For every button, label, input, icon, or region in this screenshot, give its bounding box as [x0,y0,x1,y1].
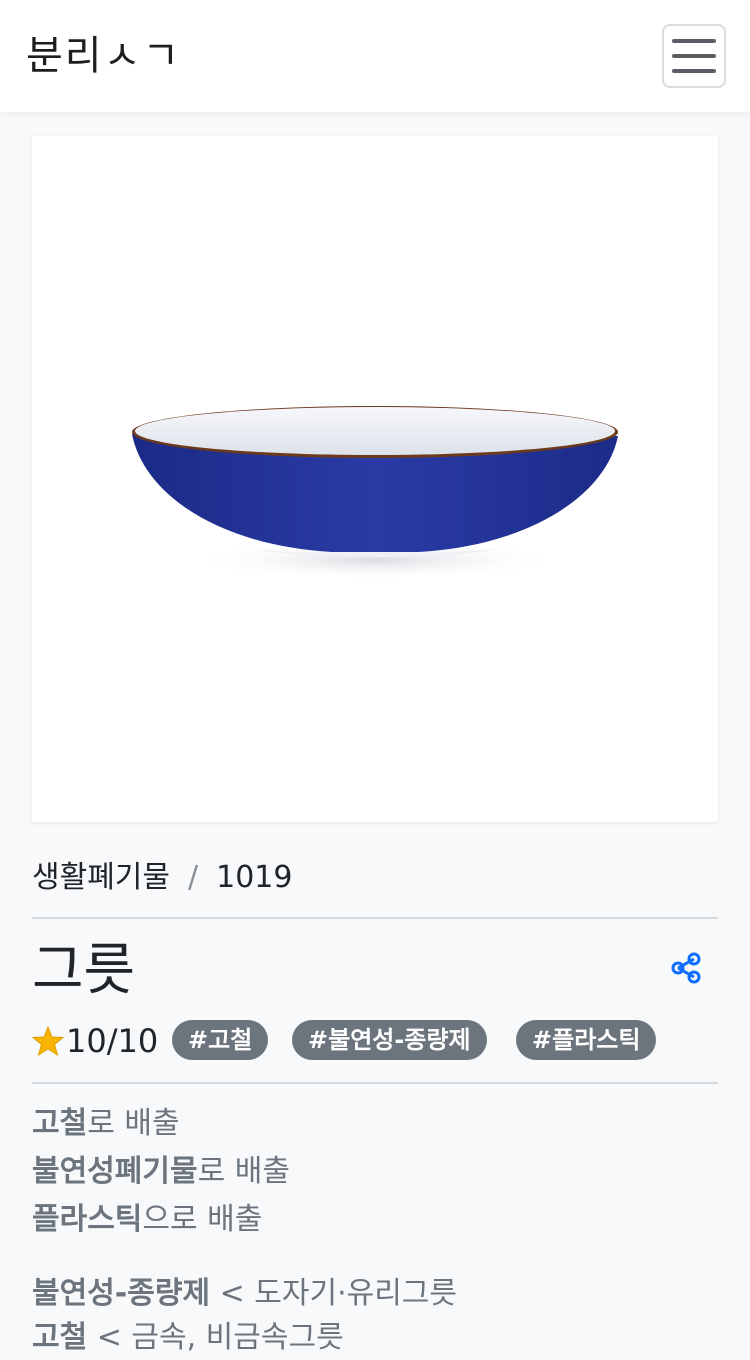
tag-badge[interactable]: #불연성-종량제 [292,1020,487,1060]
disposal-instructions: 고철로 배출 불연성폐기물로 배출 플라스틱으로 배출 [32,1100,290,1244]
hamburger-line [672,54,716,58]
disposal-method: 고철 [32,1106,88,1141]
disposal-line: 플라스틱으로 배출 [32,1196,290,1244]
star-icon [32,1026,64,1056]
tag-badge[interactable]: #고철 [172,1020,269,1060]
breadcrumb: 생활폐기물 / 1019 [32,856,292,900]
share-icon[interactable] [670,950,702,986]
related-category[interactable]: 고철 [32,1320,87,1355]
related-line: 불연성-종량제 < 도자기·유리그릇 [32,1272,457,1316]
disposal-line: 고철로 배출 [32,1100,290,1148]
related-path: < 금속, 비금속그릇 [87,1320,344,1355]
breadcrumb-separator: / [188,860,199,895]
disposal-method: 불연성폐기물 [32,1154,198,1189]
navbar: 분리ㅅㄱ [0,0,750,112]
divider [32,917,718,919]
disposal-suffix: 으로 배출 [142,1202,263,1237]
page-title: 그릇 [32,938,136,1003]
item-image [32,136,718,822]
related-category[interactable]: 불연성-종량제 [32,1276,210,1311]
related-path: < 도자기·유리그릇 [210,1276,458,1311]
tag-badge[interactable]: #플라스틱 [516,1020,657,1060]
related-line: 고철 < 금속, 비금속그릇 [32,1316,457,1360]
hamburger-line [672,39,716,43]
disposal-suffix: 로 배출 [197,1154,290,1189]
hamburger-line [672,69,716,73]
divider [32,1082,718,1084]
rating-value: 10/10 [66,1022,159,1060]
related-categories: 불연성-종량제 < 도자기·유리그릇 고철 < 금속, 비금속그릇 [32,1272,457,1360]
hamburger-menu-icon[interactable] [662,24,726,88]
bowl-image [132,406,618,580]
brand-logo[interactable]: 분리ㅅㄱ [26,30,181,82]
breadcrumb-category[interactable]: 생활폐기물 [32,860,170,895]
breadcrumb-item-id: 1019 [216,860,293,895]
disposal-line: 불연성폐기물로 배출 [32,1148,290,1196]
disposal-method: 플라스틱 [32,1202,143,1237]
disposal-suffix: 로 배출 [87,1106,180,1141]
